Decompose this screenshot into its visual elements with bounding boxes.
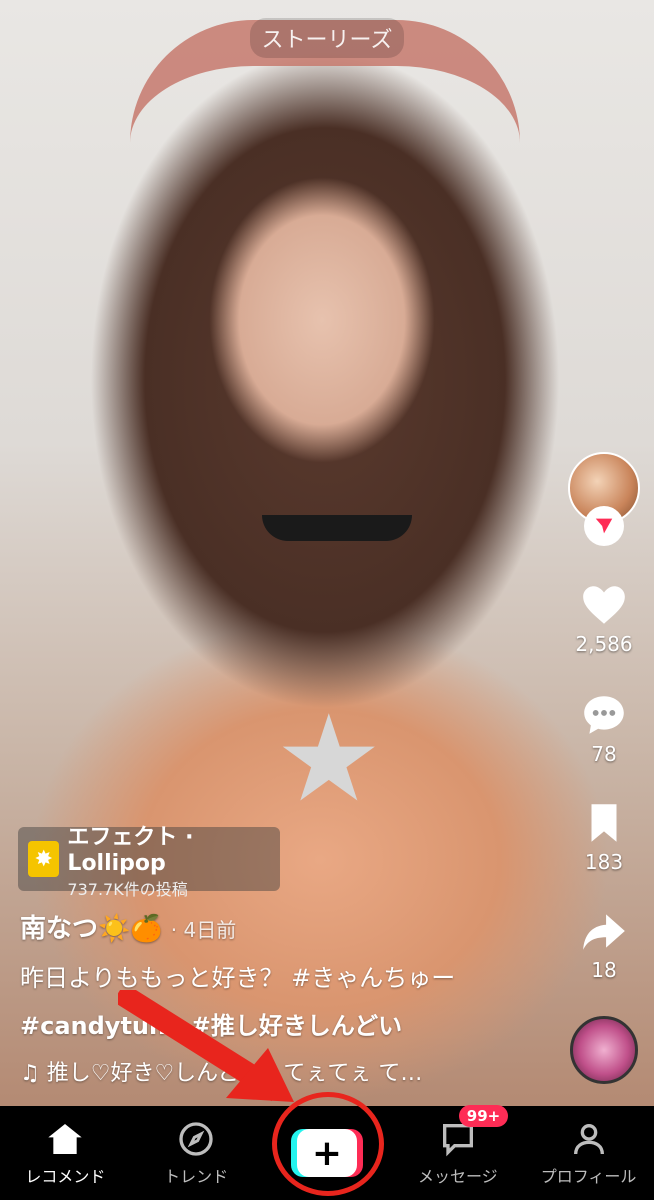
nav-messages-label: メッセージ: [417, 1167, 498, 1186]
annotation-circle: [272, 1092, 384, 1196]
video-choker-shape: [262, 515, 412, 541]
video-star-shape: ★: [275, 690, 383, 829]
like-count: 2,586: [575, 632, 633, 656]
comment-count: 78: [591, 742, 617, 766]
nav-messages[interactable]: 99+ メッセージ: [393, 1105, 523, 1187]
heart-icon: [583, 586, 625, 624]
nav-home-label: レコメンド: [25, 1167, 106, 1186]
bookmark-button[interactable]: 183: [564, 798, 644, 874]
stories-label[interactable]: ストーリーズ: [249, 18, 405, 58]
comment-icon: [584, 696, 624, 734]
messages-badge: 99+: [458, 1105, 509, 1127]
creator-avatar[interactable]: [568, 452, 640, 552]
send-icon: [595, 518, 613, 534]
bookmark-icon: [591, 804, 617, 842]
effect-sparkle-icon: ✸: [28, 841, 60, 877]
bookmark-count: 183: [584, 850, 624, 874]
compass-icon: [179, 1122, 213, 1156]
comment-button[interactable]: 78: [564, 690, 644, 766]
annotation-arrow-icon: [118, 990, 294, 1102]
author-row[interactable]: 南なつ☀️🍊 · 4日前: [20, 908, 236, 945]
profile-icon: [573, 1124, 604, 1155]
like-button[interactable]: 2,586: [564, 580, 644, 656]
effect-posts-count: 737.7K件の投稿: [67, 879, 188, 899]
nav-trend-label: トレンド: [164, 1167, 229, 1186]
post-time: · 4日前: [170, 918, 237, 942]
share-count: 18: [591, 958, 617, 982]
nav-profile-label: プロフィール: [540, 1167, 637, 1186]
home-icon: [48, 1124, 83, 1154]
caption-line-1[interactable]: 昨日よりももっと好き？ #きゃんちゅー: [20, 958, 455, 993]
follow-button[interactable]: [584, 506, 624, 546]
stories-header[interactable]: ストーリーズ: [0, 18, 654, 58]
music-disc-icon[interactable]: [570, 1016, 638, 1084]
share-button[interactable]: 18: [564, 906, 644, 982]
author-name[interactable]: 南なつ☀️🍊: [20, 914, 163, 944]
nav-home[interactable]: レコメンド: [0, 1119, 130, 1187]
nav-profile[interactable]: プロフィール: [524, 1119, 654, 1187]
effect-chip[interactable]: ✸ エフェクト · Lollipop 737.7K件の投稿: [18, 825, 280, 899]
nav-trend[interactable]: トレンド: [131, 1119, 261, 1187]
effect-title: エフェクト · Lollipop: [67, 824, 194, 876]
share-arrow-icon: [583, 914, 625, 950]
